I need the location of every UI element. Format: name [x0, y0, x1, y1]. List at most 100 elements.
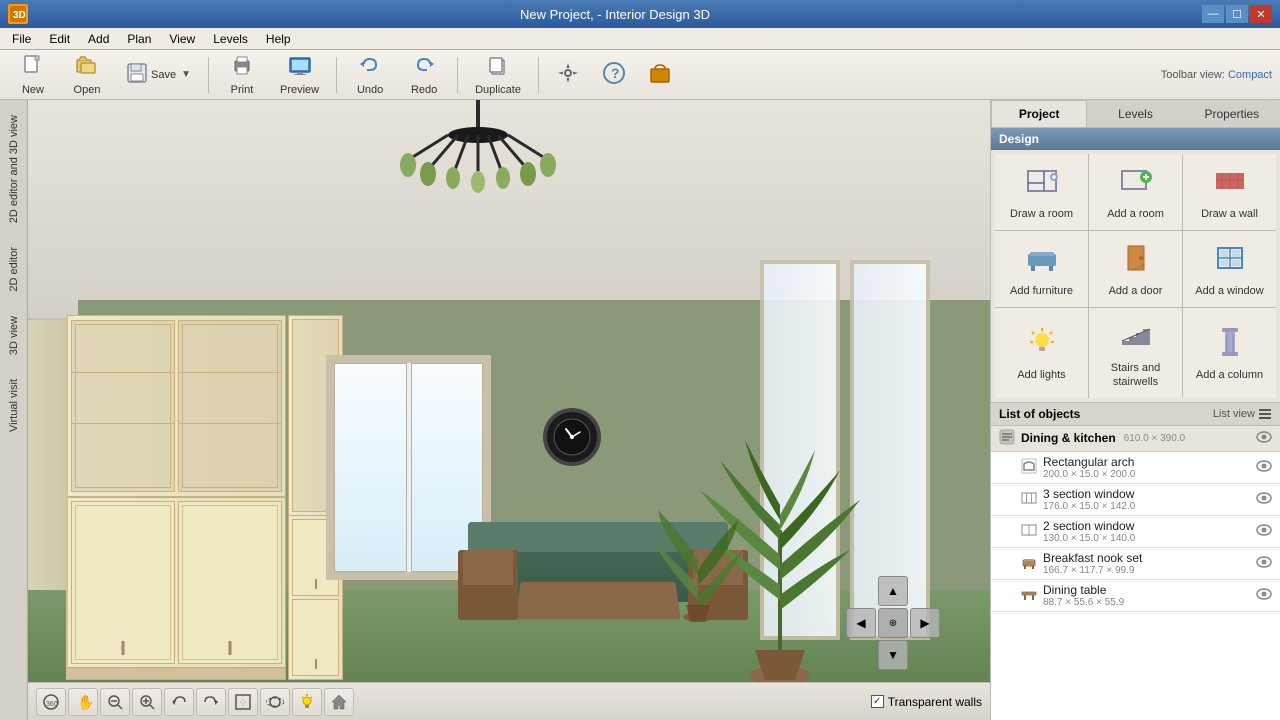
list-view-button[interactable]: List view — [1213, 407, 1272, 421]
tab-levels[interactable]: Levels — [1087, 100, 1183, 127]
item-visibility-icon[interactable] — [1256, 490, 1272, 509]
tab-virtual-visit[interactable]: Virtual visit — [1, 368, 27, 443]
home-button[interactable] — [324, 688, 354, 716]
undo-view-button[interactable] — [164, 688, 194, 716]
item-name: Rectangular arch — [1043, 455, 1250, 469]
add-door-button[interactable]: Add a door — [1089, 231, 1182, 307]
tab-properties[interactable]: Properties — [1184, 100, 1280, 127]
nav-overlay: ▲ ◀ ⊕ ▶ ▼ — [846, 576, 940, 670]
window3-icon — [1021, 490, 1037, 509]
orbit-button[interactable] — [260, 688, 290, 716]
add-column-button[interactable]: Add a column — [1183, 308, 1276, 397]
item-visibility-icon[interactable] — [1256, 522, 1272, 541]
frame-button[interactable] — [228, 688, 258, 716]
new-icon — [21, 54, 45, 82]
draw-wall-button[interactable]: Draw a wall — [1183, 154, 1276, 230]
title-bar: 3D New Project, - Interior Design 3D — ☐… — [0, 0, 1280, 28]
item-name: Breakfast nook set — [1043, 551, 1250, 565]
add-window-button[interactable]: Add a window — [1183, 231, 1276, 307]
help-button[interactable]: ? — [593, 54, 635, 96]
item-visibility-icon[interactable] — [1256, 458, 1272, 477]
compact-link[interactable]: Compact — [1228, 69, 1272, 81]
toolbar-separator-2 — [336, 57, 337, 93]
close-button[interactable]: ✕ — [1250, 5, 1272, 23]
svg-text:3D: 3D — [13, 10, 26, 21]
menu-view[interactable]: View — [161, 30, 203, 48]
viewport[interactable]: ▲ ◀ ⊕ ▶ ▼ 360 ✋ — [28, 100, 990, 720]
menu-edit[interactable]: Edit — [41, 30, 78, 48]
add-room-button[interactable]: Add a room — [1089, 154, 1182, 230]
zoom-in-button[interactable] — [132, 688, 162, 716]
add-door-label: Add a door — [1109, 285, 1163, 298]
menu-help[interactable]: Help — [258, 30, 299, 48]
list-item-3-section-window[interactable]: 3 section window 176.0 × 15.0 × 142.0 — [991, 484, 1280, 516]
window2-icon — [1021, 522, 1037, 541]
menu-add[interactable]: Add — [80, 30, 117, 48]
add-lights-icon — [1024, 324, 1060, 365]
print-button[interactable]: Print — [217, 54, 267, 96]
add-furniture-button[interactable]: Add furniture — [995, 231, 1088, 307]
group-expand-icon — [999, 429, 1015, 448]
right-panel: Project Levels Properties Design — [990, 100, 1280, 720]
preview-button[interactable]: Preview — [271, 54, 328, 96]
item-visibility-icon[interactable] — [1256, 586, 1272, 605]
list-item-breakfast-nook-set[interactable]: Breakfast nook set 166.7 × 117.7 × 99.9 — [991, 548, 1280, 580]
tab-2d-3d[interactable]: 2D editor and 3D view — [1, 104, 27, 234]
duplicate-button[interactable]: Duplicate — [466, 54, 530, 96]
undo-button[interactable]: Undo — [345, 54, 395, 96]
nav-center[interactable]: ⊕ — [878, 608, 908, 638]
list-item-rectangular-arch[interactable]: Rectangular arch 200.0 × 15.0 × 200.0 — [991, 452, 1280, 484]
add-furniture-label: Add furniture — [1010, 285, 1073, 298]
draw-room-button[interactable]: Draw a room — [995, 154, 1088, 230]
item-visibility-icon[interactable] — [1256, 554, 1272, 573]
save-icon — [125, 61, 149, 89]
stairs-stairwells-button[interactable]: Stairs and stairwells — [1089, 308, 1182, 397]
lights-button[interactable] — [292, 688, 322, 716]
svg-text:✋: ✋ — [77, 694, 92, 710]
object-group-dining-kitchen[interactable]: Dining & kitchen 610.0 × 390.0 — [991, 426, 1280, 452]
open-button[interactable]: Open — [62, 54, 112, 96]
menu-file[interactable]: File — [4, 30, 39, 48]
360-button[interactable]: 360 — [36, 688, 66, 716]
settings-button[interactable] — [547, 54, 589, 96]
preview-icon — [288, 54, 312, 82]
redo-button[interactable]: Redo — [399, 54, 449, 96]
item-dims: 176.0 × 15.0 × 142.0 — [1043, 501, 1250, 512]
new-button[interactable]: New — [8, 54, 58, 96]
table-icon — [1021, 586, 1037, 605]
save-button[interactable]: Save ▼ — [116, 54, 200, 96]
settings-icon — [556, 61, 580, 89]
nav-left[interactable]: ◀ — [846, 608, 876, 638]
add-window-icon — [1212, 240, 1248, 281]
3d-scene: ▲ ◀ ⊕ ▶ ▼ — [28, 100, 990, 720]
minimize-button[interactable]: — — [1202, 5, 1224, 23]
redo-view-button[interactable] — [196, 688, 226, 716]
item-name: 3 section window — [1043, 487, 1250, 501]
nav-up[interactable]: ▲ — [878, 576, 908, 606]
objects-list: Dining & kitchen 610.0 × 390.0 Rectangul… — [991, 426, 1280, 720]
transparent-walls-checkbox[interactable] — [871, 695, 884, 708]
item-info: Rectangular arch 200.0 × 15.0 × 200.0 — [1043, 455, 1250, 480]
zoom-out-button[interactable] — [100, 688, 130, 716]
tab-2d[interactable]: 2D editor — [1, 236, 27, 303]
menu-plan[interactable]: Plan — [119, 30, 159, 48]
tab-3d[interactable]: 3D view — [1, 305, 27, 366]
maximize-button[interactable]: ☐ — [1226, 5, 1248, 23]
nav-right[interactable]: ▶ — [910, 608, 940, 638]
list-item-dining-table[interactable]: Dining table 88.7 × 55.6 × 55.9 — [991, 580, 1280, 612]
add-lights-button[interactable]: Add lights — [995, 308, 1088, 397]
shop-button[interactable] — [639, 54, 681, 96]
draw-wall-icon — [1212, 163, 1248, 204]
pan-button[interactable]: ✋ — [68, 688, 98, 716]
group-visibility-icon[interactable] — [1256, 429, 1272, 448]
window-title: New Project, - Interior Design 3D — [28, 7, 1202, 22]
stairs-icon — [1118, 317, 1154, 358]
tab-project[interactable]: Project — [991, 100, 1087, 127]
list-item-2-section-window[interactable]: 2 section window 130.0 × 15.0 × 140.0 — [991, 516, 1280, 548]
item-info: Dining table 88.7 × 55.6 × 55.9 — [1043, 583, 1250, 608]
save-dropdown-arrow[interactable]: ▼ — [181, 69, 191, 80]
item-dims: 166.7 × 117.7 × 99.9 — [1043, 565, 1250, 576]
menu-levels[interactable]: Levels — [205, 30, 256, 48]
nav-down[interactable]: ▼ — [878, 640, 908, 670]
chandelier — [378, 100, 578, 230]
